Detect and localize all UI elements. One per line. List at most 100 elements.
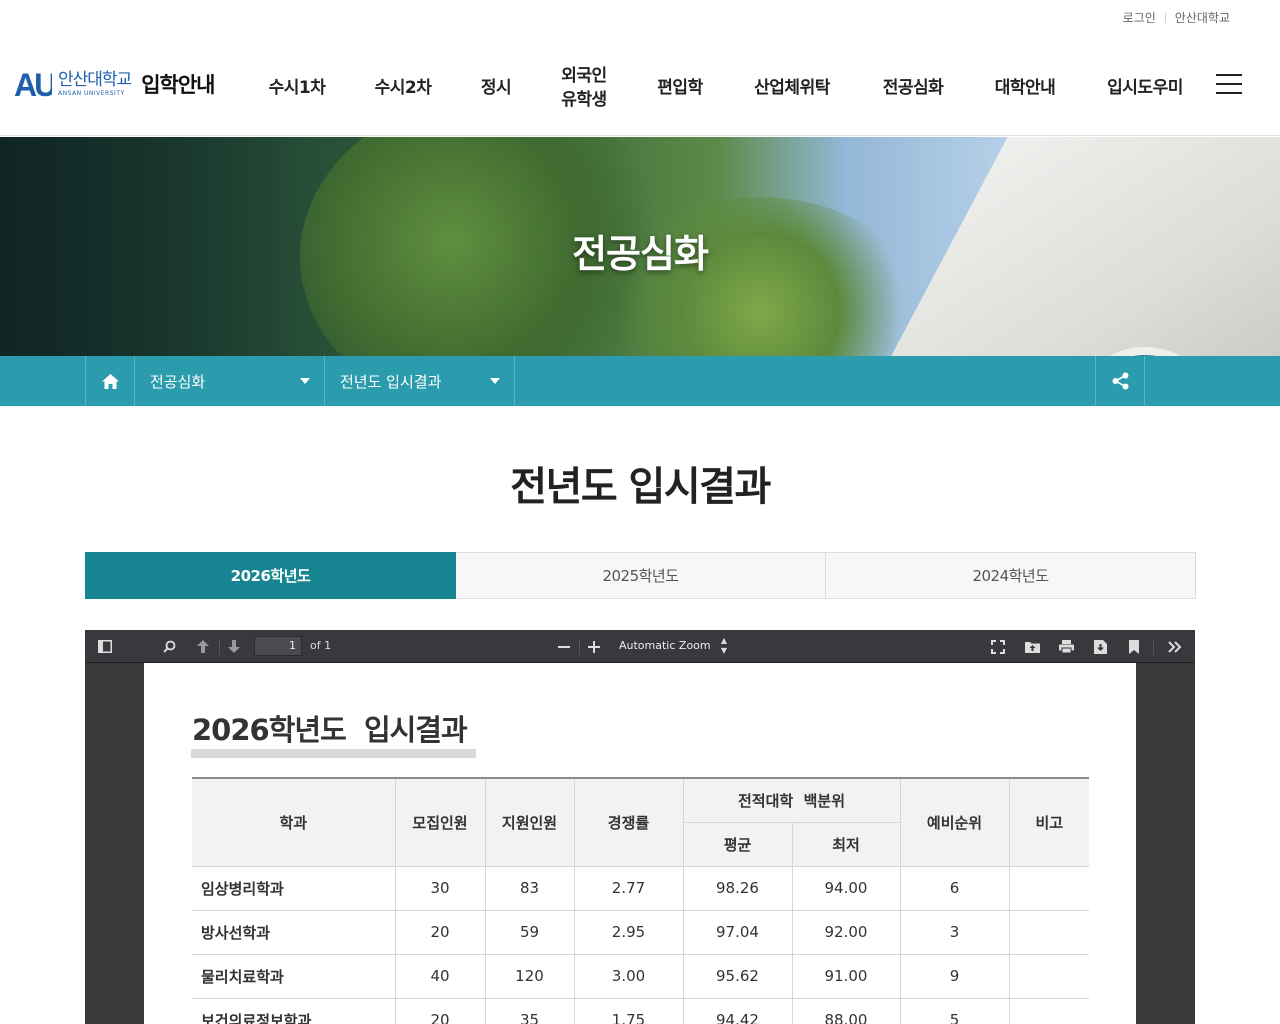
document-title: 2026학년도 입시결과 <box>192 713 468 747</box>
cell-dept: 방사선학과 <box>192 910 396 955</box>
nav-item-industry[interactable]: 산업체위탁 <box>754 40 830 136</box>
cell-quota: 30 <box>395 866 486 911</box>
location-menu2-select[interactable]: 전년도 입시결과 <box>325 356 515 406</box>
page-number-input[interactable]: 1 <box>254 636 302 656</box>
nav-item-major-advanced[interactable]: 전공심화 <box>883 40 944 136</box>
select-arrows-icon: ▲ ▼ <box>720 636 727 655</box>
cell-avg: 95.62 <box>683 954 793 999</box>
menu-icon-line <box>1216 92 1242 94</box>
cell-min: 92.00 <box>792 910 901 955</box>
sidebar-toggle-button[interactable] <box>97 638 113 655</box>
cell-avg: 98.26 <box>683 866 793 911</box>
tools-button[interactable] <box>1167 638 1183 655</box>
home-icon <box>101 373 119 389</box>
hero-title: 전공심화 <box>572 232 709 276</box>
cell-dept: 임상병리학과 <box>192 866 396 911</box>
table-row: 방사선학과 20 59 2.95 97.04 92.00 3 <box>192 910 1089 955</box>
cell-applicants: 59 <box>485 910 575 955</box>
previous-page-button[interactable] <box>195 638 211 655</box>
hero-banner: 전공심화 <box>0 137 1280 356</box>
next-page-icon <box>228 640 240 653</box>
cell-avg: 94.42 <box>683 998 793 1024</box>
bookmark-button[interactable] <box>1126 638 1142 655</box>
cell-waitlist: 5 <box>900 998 1010 1024</box>
header-quota: 모집인원 <box>394 777 486 867</box>
find-icon <box>162 640 175 653</box>
cell-applicants: 83 <box>485 866 575 911</box>
nav-item-early1[interactable]: 수시1차 <box>269 40 326 136</box>
open-file-icon <box>1024 642 1040 653</box>
results-table: 학과 모집인원 지원인원 경쟁률 전적대학 백분위 예비순위 비고 평균 최저 … <box>192 777 1089 1024</box>
share-button[interactable] <box>1095 356 1145 406</box>
cell-note <box>1009 954 1089 999</box>
home-button[interactable] <box>85 356 135 406</box>
cell-ratio: 2.77 <box>574 866 684 911</box>
header-note: 비고 <box>1008 777 1089 867</box>
cell-ratio: 2.95 <box>574 910 684 955</box>
zoom-select[interactable]: Automatic Zoom ▲ ▼ <box>611 636 733 656</box>
zoom-out-button[interactable] <box>556 638 572 655</box>
pdf-page: 2026학년도 입시결과 학과 모집인원 지원인원 경쟁률 전적대학 백분위 예… <box>144 663 1136 1024</box>
nav-item-helper[interactable]: 입시도우미 <box>1107 40 1183 136</box>
cell-quota: 20 <box>395 910 486 955</box>
nav-item-regular[interactable]: 정시 <box>481 40 512 136</box>
tab-2024[interactable]: 2024학년도 <box>826 552 1196 599</box>
menu-icon[interactable] <box>1216 74 1242 94</box>
nav-item-about[interactable]: 대학안내 <box>995 40 1056 136</box>
presentation-mode-button[interactable] <box>990 638 1006 655</box>
cell-ratio: 3.00 <box>574 954 684 999</box>
location-menu2-label: 전년도 입시결과 <box>340 372 442 391</box>
header-applicants: 지원인원 <box>484 777 575 867</box>
print-button[interactable] <box>1058 638 1074 655</box>
pdf-viewer: 1 of 1 Automatic Zoom ▲ ▼ 2026학년도 입시결과 학… <box>85 630 1195 1024</box>
cell-avg: 97.04 <box>683 910 793 955</box>
open-file-button[interactable] <box>1024 638 1040 655</box>
year-tabs: 2026학년도 2025학년도 2024학년도 <box>85 552 1196 599</box>
presentation-mode-icon <box>991 639 1005 654</box>
nav-item-early2[interactable]: 수시2차 <box>375 40 432 136</box>
cell-min: 94.00 <box>792 866 901 911</box>
table-row: 임상병리학과 30 83 2.77 98.26 94.00 6 <box>192 866 1089 911</box>
tab-2026[interactable]: 2026학년도 <box>85 552 456 599</box>
location-bar: 전공심화 전년도 입시결과 <box>0 356 1280 406</box>
menu-icon-line <box>1216 83 1242 85</box>
cell-note <box>1009 910 1089 955</box>
header-avg: 평균 <box>683 822 793 867</box>
cell-quota: 20 <box>395 998 486 1024</box>
table-row: 보건의료정보학과 20 35 1.75 94.42 88.00 5 <box>192 998 1089 1024</box>
header-min: 최저 <box>791 822 900 867</box>
main-nav: 수시1차 수시2차 정시 외국인 유학생 편입학 산업체위탁 전공심화 대학안내… <box>0 40 1280 136</box>
previous-page-icon <box>197 640 209 653</box>
cell-applicants: 35 <box>485 998 575 1024</box>
cell-dept: 보건의료정보학과 <box>192 998 396 1024</box>
login-link[interactable]: 로그인 <box>1123 9 1156 26</box>
cell-note <box>1009 998 1089 1024</box>
find-button[interactable] <box>161 638 177 655</box>
utility-links: 로그인 안산대학교 <box>1123 9 1230 26</box>
download-button[interactable] <box>1092 638 1108 655</box>
pdf-toolbar: 1 of 1 Automatic Zoom ▲ ▼ <box>85 630 1195 663</box>
next-page-button[interactable] <box>226 638 242 655</box>
cell-ratio: 1.75 <box>574 998 684 1024</box>
cell-waitlist: 3 <box>900 910 1010 955</box>
cell-min: 91.00 <box>792 954 901 999</box>
university-link[interactable]: 안산대학교 <box>1175 9 1230 26</box>
location-menu1-select[interactable]: 전공심화 <box>135 356 325 406</box>
nav-item-transfer[interactable]: 편입학 <box>657 40 703 136</box>
nav-item-international[interactable]: 외국인 유학생 <box>554 40 614 136</box>
cell-note <box>1009 866 1089 911</box>
menu-icon-line <box>1216 74 1242 76</box>
page-count: of 1 <box>310 639 332 652</box>
table-row: 물리치료학과 40 120 3.00 95.62 91.00 9 <box>192 954 1089 999</box>
tab-2025[interactable]: 2025학년도 <box>456 552 826 599</box>
share-icon <box>1112 372 1128 390</box>
cell-min: 88.00 <box>792 998 901 1024</box>
cell-applicants: 120 <box>485 954 575 999</box>
divider <box>1164 12 1166 23</box>
zoom-in-button[interactable] <box>586 638 602 655</box>
toolbar-divider <box>219 639 220 655</box>
cell-dept: 물리치료학과 <box>192 954 396 999</box>
header-ratio: 경쟁률 <box>573 777 684 867</box>
caret-down-icon <box>490 378 500 384</box>
zoom-in-icon <box>588 640 600 653</box>
